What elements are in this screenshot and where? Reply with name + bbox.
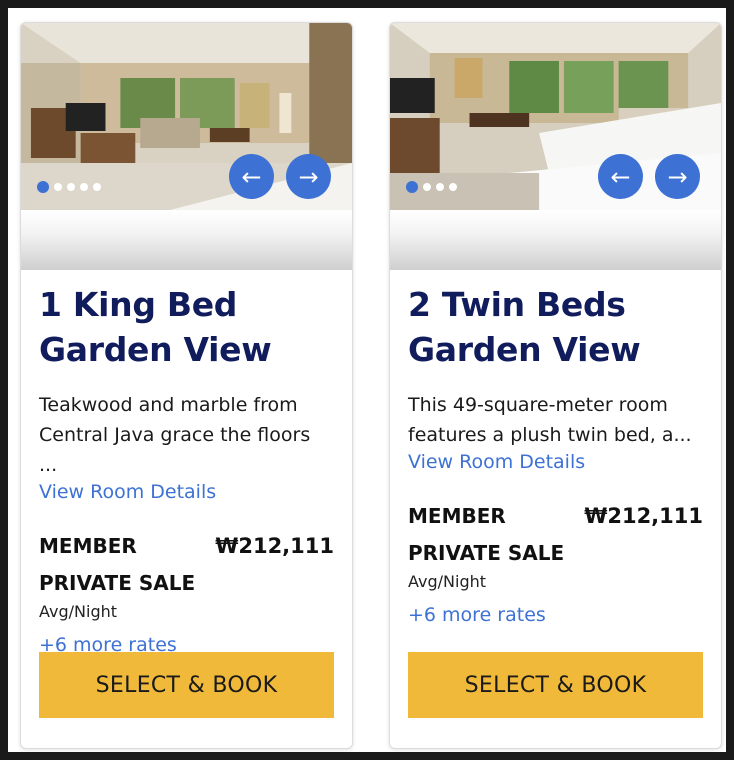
room-photo-carousel[interactable]: ← → [390, 23, 721, 210]
view-room-details-link[interactable]: View Room Details [39, 480, 334, 504]
room-title: 1 King Bed Garden View [39, 282, 334, 372]
room-card: ← → 2 Twin Beds Garden View This 49-squa… [389, 22, 722, 749]
carousel-dots [37, 181, 101, 193]
room-description-line: Teakwood and marble from [39, 394, 298, 416]
rate-price: ₩212,111 [215, 534, 334, 558]
rate-row: MEMBER PRIVATE SALE ₩212,111 [408, 498, 703, 572]
prev-arrow-button[interactable]: ← [598, 154, 643, 199]
room-photo-carousel[interactable]: ← → [21, 23, 352, 210]
room-list: ← → 1 King Bed Garden View Teakwood and … [8, 8, 726, 752]
carousel-dot[interactable] [423, 183, 431, 191]
carousel-dot[interactable] [449, 183, 457, 191]
next-arrow-button[interactable]: → [286, 154, 331, 199]
carousel-dot[interactable] [80, 183, 88, 191]
more-rates-link[interactable]: +6 more rates [408, 603, 703, 627]
room-card: ← → 1 King Bed Garden View Teakwood and … [20, 22, 353, 749]
avg-night-label: Avg/Night [39, 602, 118, 621]
prev-arrow-button[interactable]: ← [229, 154, 274, 199]
rate-name: MEMBER PRIVATE SALE [408, 504, 565, 565]
avg-night-label: Avg/Night [408, 572, 487, 591]
carousel-dot[interactable] [436, 183, 444, 191]
carousel-dot[interactable] [406, 181, 418, 193]
room-description-line: This 49-square-meter room [408, 394, 668, 416]
carousel-dots [406, 181, 457, 193]
room-description-line: Central Java grace the floors ... [39, 424, 311, 476]
room-description-line: features a plush twin bed, a... [408, 424, 692, 446]
rate-row: MEMBER PRIVATE SALE ₩212,111 [39, 528, 334, 602]
room-title-line: 2 Twin Beds [408, 285, 626, 324]
room-title-line: Garden View [408, 330, 641, 369]
carousel-dot[interactable] [93, 183, 101, 191]
room-title-line: 1 King Bed [39, 285, 238, 324]
select-book-button[interactable]: SELECT & BOOK [408, 652, 703, 718]
room-title: 2 Twin Beds Garden View [408, 282, 703, 372]
photo-fade [390, 210, 721, 270]
rate-name: MEMBER PRIVATE SALE [39, 534, 196, 595]
room-description: Teakwood and marble from Central Java gr… [39, 390, 334, 480]
carousel-dot[interactable] [54, 183, 62, 191]
next-arrow-button[interactable]: → [655, 154, 700, 199]
room-description: This 49-square-meter room features a plu… [408, 390, 703, 450]
photo-fade [21, 210, 352, 270]
select-book-button[interactable]: SELECT & BOOK [39, 652, 334, 718]
carousel-dot[interactable] [37, 181, 49, 193]
room-title-line: Garden View [39, 330, 272, 369]
view-room-details-link[interactable]: View Room Details [408, 450, 703, 474]
rate-price: ₩212,111 [584, 504, 703, 528]
carousel-dot[interactable] [67, 183, 75, 191]
